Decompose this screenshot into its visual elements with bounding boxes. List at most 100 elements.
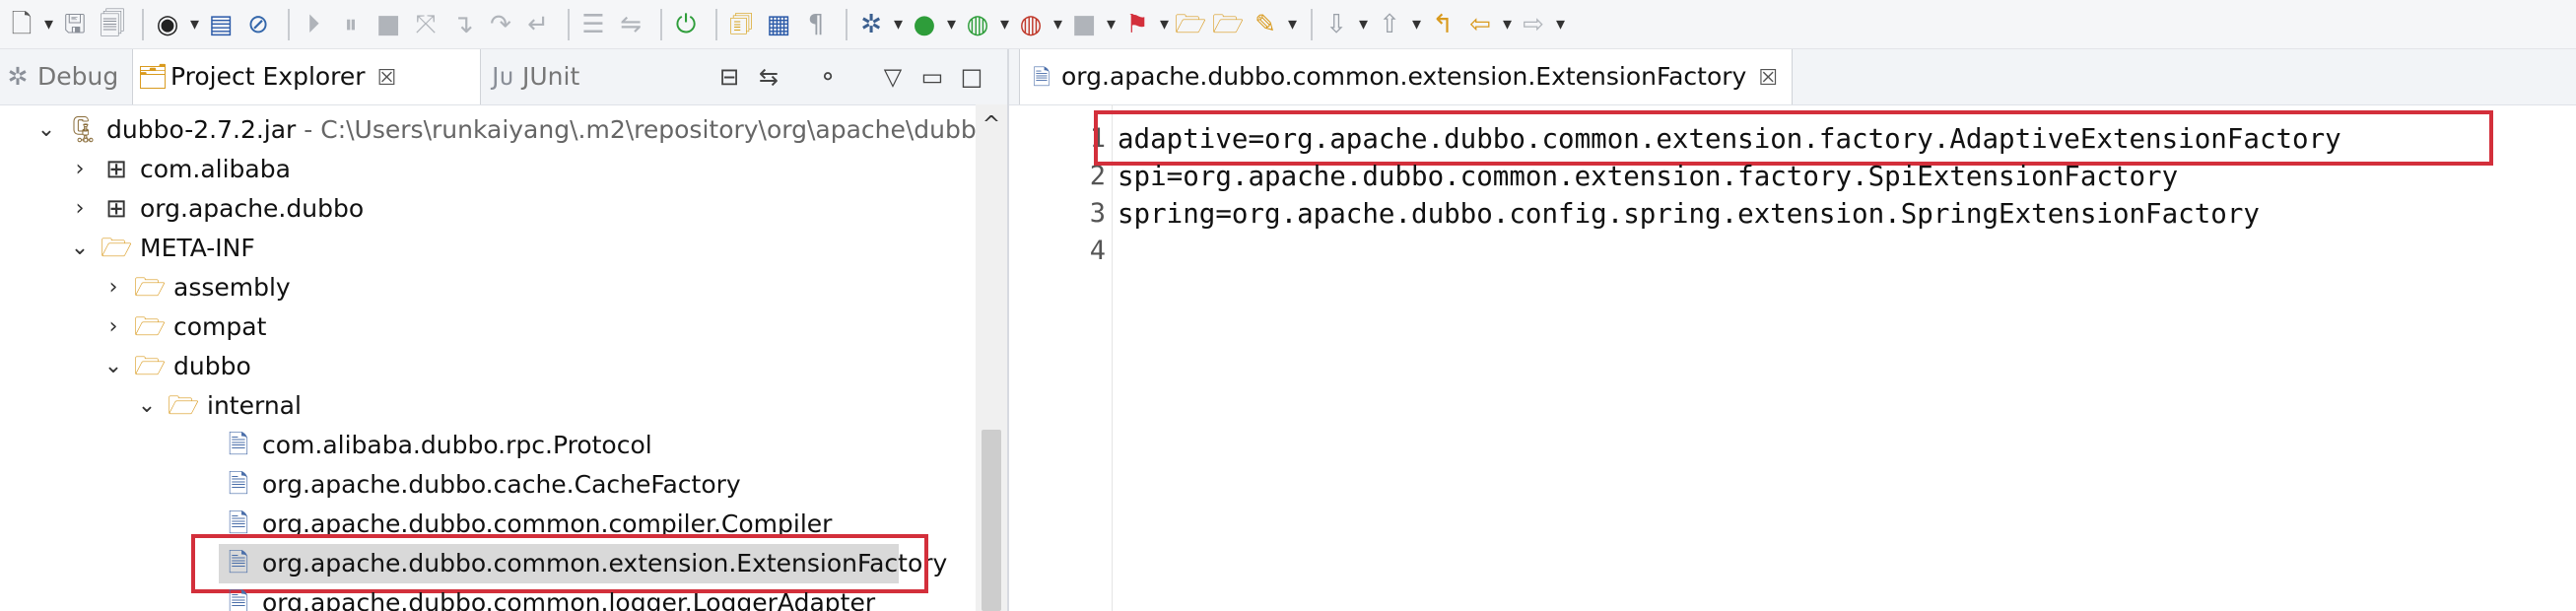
- tab-debug[interactable]: ✲ Debug: [0, 49, 128, 104]
- toolbar-separator: [142, 8, 144, 40]
- tree-scrollbar[interactable]: ^: [976, 104, 1007, 611]
- tree-item[interactable]: ⌄ 🗁 internal: [0, 386, 976, 426]
- tree-item[interactable]: 🗎 org.apache.dubbo.common.logger.LoggerAd…: [0, 583, 976, 611]
- close-icon[interactable]: ☒: [1758, 66, 1778, 91]
- tree-item-name: org.apache.dubbo.cache.CacheFactory: [262, 470, 741, 499]
- code-line[interactable]: spi=org.apache.dubbo.common.extension.fa…: [1118, 158, 2178, 195]
- code-text-area[interactable]: adaptive=org.apache.dubbo.common.extensi…: [1094, 104, 2566, 611]
- expand-icon[interactable]: ›: [67, 189, 93, 229]
- tree-item-label: com.alibaba: [140, 150, 291, 189]
- use-step-filters-icon: ⇋: [620, 9, 642, 39]
- tree-item[interactable]: ⌄ 🗜 dubbo-2.7.2.jar - C:\Users\runkaiyang\…: [0, 110, 976, 150]
- tree-item-label: internal: [207, 386, 302, 426]
- run-button[interactable]: ●: [909, 9, 956, 40]
- power-button[interactable]: ⏻: [670, 9, 702, 40]
- use-step-filters-button[interactable]: ⇋: [615, 9, 646, 40]
- file-icon: 🗎: [1033, 66, 1051, 91]
- tree-item[interactable]: › 🗁 compat: [0, 307, 976, 347]
- project-explorer-icon: 🗂: [137, 62, 169, 91]
- expand-icon[interactable]: ›: [101, 307, 126, 347]
- jar-icon: 🗜: [67, 115, 101, 145]
- drop-to-frame-button[interactable]: ☰: [577, 9, 609, 40]
- link-with-editor-icon[interactable]: ⇆: [751, 59, 786, 95]
- toolbar-separator: [846, 8, 847, 40]
- suspend-button[interactable]: ⏸: [335, 9, 367, 40]
- focus-icon[interactable]: ⚬: [810, 59, 846, 95]
- step-return-button[interactable]: ↵: [522, 9, 554, 40]
- tree-item[interactable]: › 🗁 assembly: [0, 268, 976, 307]
- line-number: 3: [1089, 198, 1106, 229]
- maximize-icon[interactable]: □: [954, 59, 989, 95]
- minimize-icon[interactable]: ▭: [915, 59, 950, 95]
- console-button[interactable]: ▤: [205, 9, 237, 40]
- tree-item[interactable]: › ⊞ org.apache.dubbo: [0, 189, 976, 229]
- forward-icon: ⇨: [1523, 9, 1544, 39]
- collapse-all-icon[interactable]: ⊟: [712, 59, 747, 95]
- tree-item[interactable]: ⌄ 🗁 dubbo: [0, 347, 976, 386]
- flag-button[interactable]: ⚑: [1121, 9, 1169, 40]
- tree-item-label: dubbo: [173, 347, 251, 386]
- view-menu-icon[interactable]: ▽: [875, 59, 911, 95]
- external-tools-button[interactable]: ◍: [1015, 9, 1062, 40]
- new-wizard-button[interactable]: 🗋: [6, 9, 53, 40]
- tab-project-explorer[interactable]: 🗂Project Explorer ☒: [132, 49, 481, 104]
- project-tree: ⌄ 🗜 dubbo-2.7.2.jar - C:\Users\runkaiyang\…: [0, 104, 976, 611]
- line-number-gutter: 1234: [1068, 104, 1113, 611]
- debug-icon: ✲: [860, 9, 882, 39]
- collapse-icon[interactable]: ⌄: [67, 229, 93, 268]
- tab-label: Debug: [37, 62, 119, 91]
- tree-item[interactable]: ⌄ 🗁 META-INF: [0, 229, 976, 268]
- expand-icon[interactable]: ›: [101, 268, 126, 307]
- collapse-icon[interactable]: ⌄: [101, 347, 126, 386]
- coverage-button[interactable]: ◍: [962, 9, 1009, 40]
- skip-breakpoints-button[interactable]: ⊘: [242, 9, 274, 40]
- resume-button[interactable]: ⏵: [298, 9, 329, 40]
- expand-icon[interactable]: ›: [67, 150, 93, 189]
- close-icon[interactable]: ☒: [377, 66, 397, 91]
- forward-button[interactable]: ⇨: [1518, 9, 1565, 40]
- tree-item[interactable]: 🗎 com.alibaba.dubbo.rpc.Protocol: [0, 426, 976, 465]
- new-class-icon: 🗊: [728, 9, 754, 39]
- stop-button[interactable]: ■: [1068, 9, 1116, 40]
- collapse-icon[interactable]: ⌄: [34, 110, 59, 150]
- file-icon: 🗎: [228, 588, 249, 611]
- scroll-thumb[interactable]: [982, 430, 1001, 611]
- open-type-button[interactable]: 🗁: [1212, 9, 1244, 40]
- toolbar-separator: [568, 8, 570, 40]
- show-whitespace-button[interactable]: ¶: [800, 9, 832, 40]
- save-all-button[interactable]: 🗐: [97, 9, 128, 40]
- tree-item[interactable]: 🗎 org.apache.dubbo.cache.CacheFactory: [0, 465, 976, 505]
- save-button[interactable]: 🖫: [59, 9, 91, 40]
- scroll-up-icon[interactable]: ^: [976, 112, 1007, 137]
- open-perspective-button[interactable]: ◉: [152, 9, 199, 40]
- tree-item-label: org.apache.dubbo: [140, 189, 364, 229]
- editor-area: 🗎 org.apache.dubbo.common.extension.Exten…: [1009, 49, 2576, 611]
- stop-icon: ■: [1071, 9, 1097, 39]
- tab-junit[interactable]: Jᴜ JUnit: [485, 49, 652, 104]
- folder-icon: 🗁: [134, 312, 167, 342]
- search-button[interactable]: ✎: [1250, 9, 1297, 40]
- back-button[interactable]: ⇦: [1464, 9, 1512, 40]
- debug-button[interactable]: ✲: [855, 9, 903, 40]
- collapse-icon[interactable]: ⌄: [134, 386, 160, 426]
- editor-tab[interactable]: 🗎 org.apache.dubbo.common.extension.Exten…: [1019, 49, 1794, 104]
- open-task-button[interactable]: ▦: [763, 9, 794, 40]
- next-annotation-icon: ⇩: [1325, 9, 1347, 39]
- new-class-button[interactable]: 🗊: [725, 9, 757, 40]
- next-annotation-button[interactable]: ⇩: [1321, 9, 1368, 40]
- tree-item-name: com.alibaba.dubbo.rpc.Protocol: [262, 431, 652, 459]
- step-into-button[interactable]: ↴: [447, 9, 479, 40]
- previous-annotation-button[interactable]: ⇧: [1374, 9, 1421, 40]
- folder-icon: 🗁: [168, 391, 200, 421]
- coverage-icon: ◍: [966, 9, 989, 39]
- code-line[interactable]: spring=org.apache.dubbo.config.spring.ex…: [1118, 195, 2260, 233]
- last-edit-button[interactable]: ↰: [1427, 9, 1458, 40]
- step-over-button[interactable]: ↷: [485, 9, 516, 40]
- drop-to-frame-icon: ☰: [581, 9, 605, 39]
- open-type-icon: 🗁: [1212, 9, 1245, 39]
- open-folder-button[interactable]: 🗁: [1175, 9, 1206, 40]
- disconnect-button[interactable]: ⤧: [410, 9, 441, 40]
- terminate-button[interactable]: ■: [373, 9, 404, 40]
- tree-item-name: META-INF: [140, 234, 255, 262]
- tree-item[interactable]: › ⊞ com.alibaba: [0, 150, 976, 189]
